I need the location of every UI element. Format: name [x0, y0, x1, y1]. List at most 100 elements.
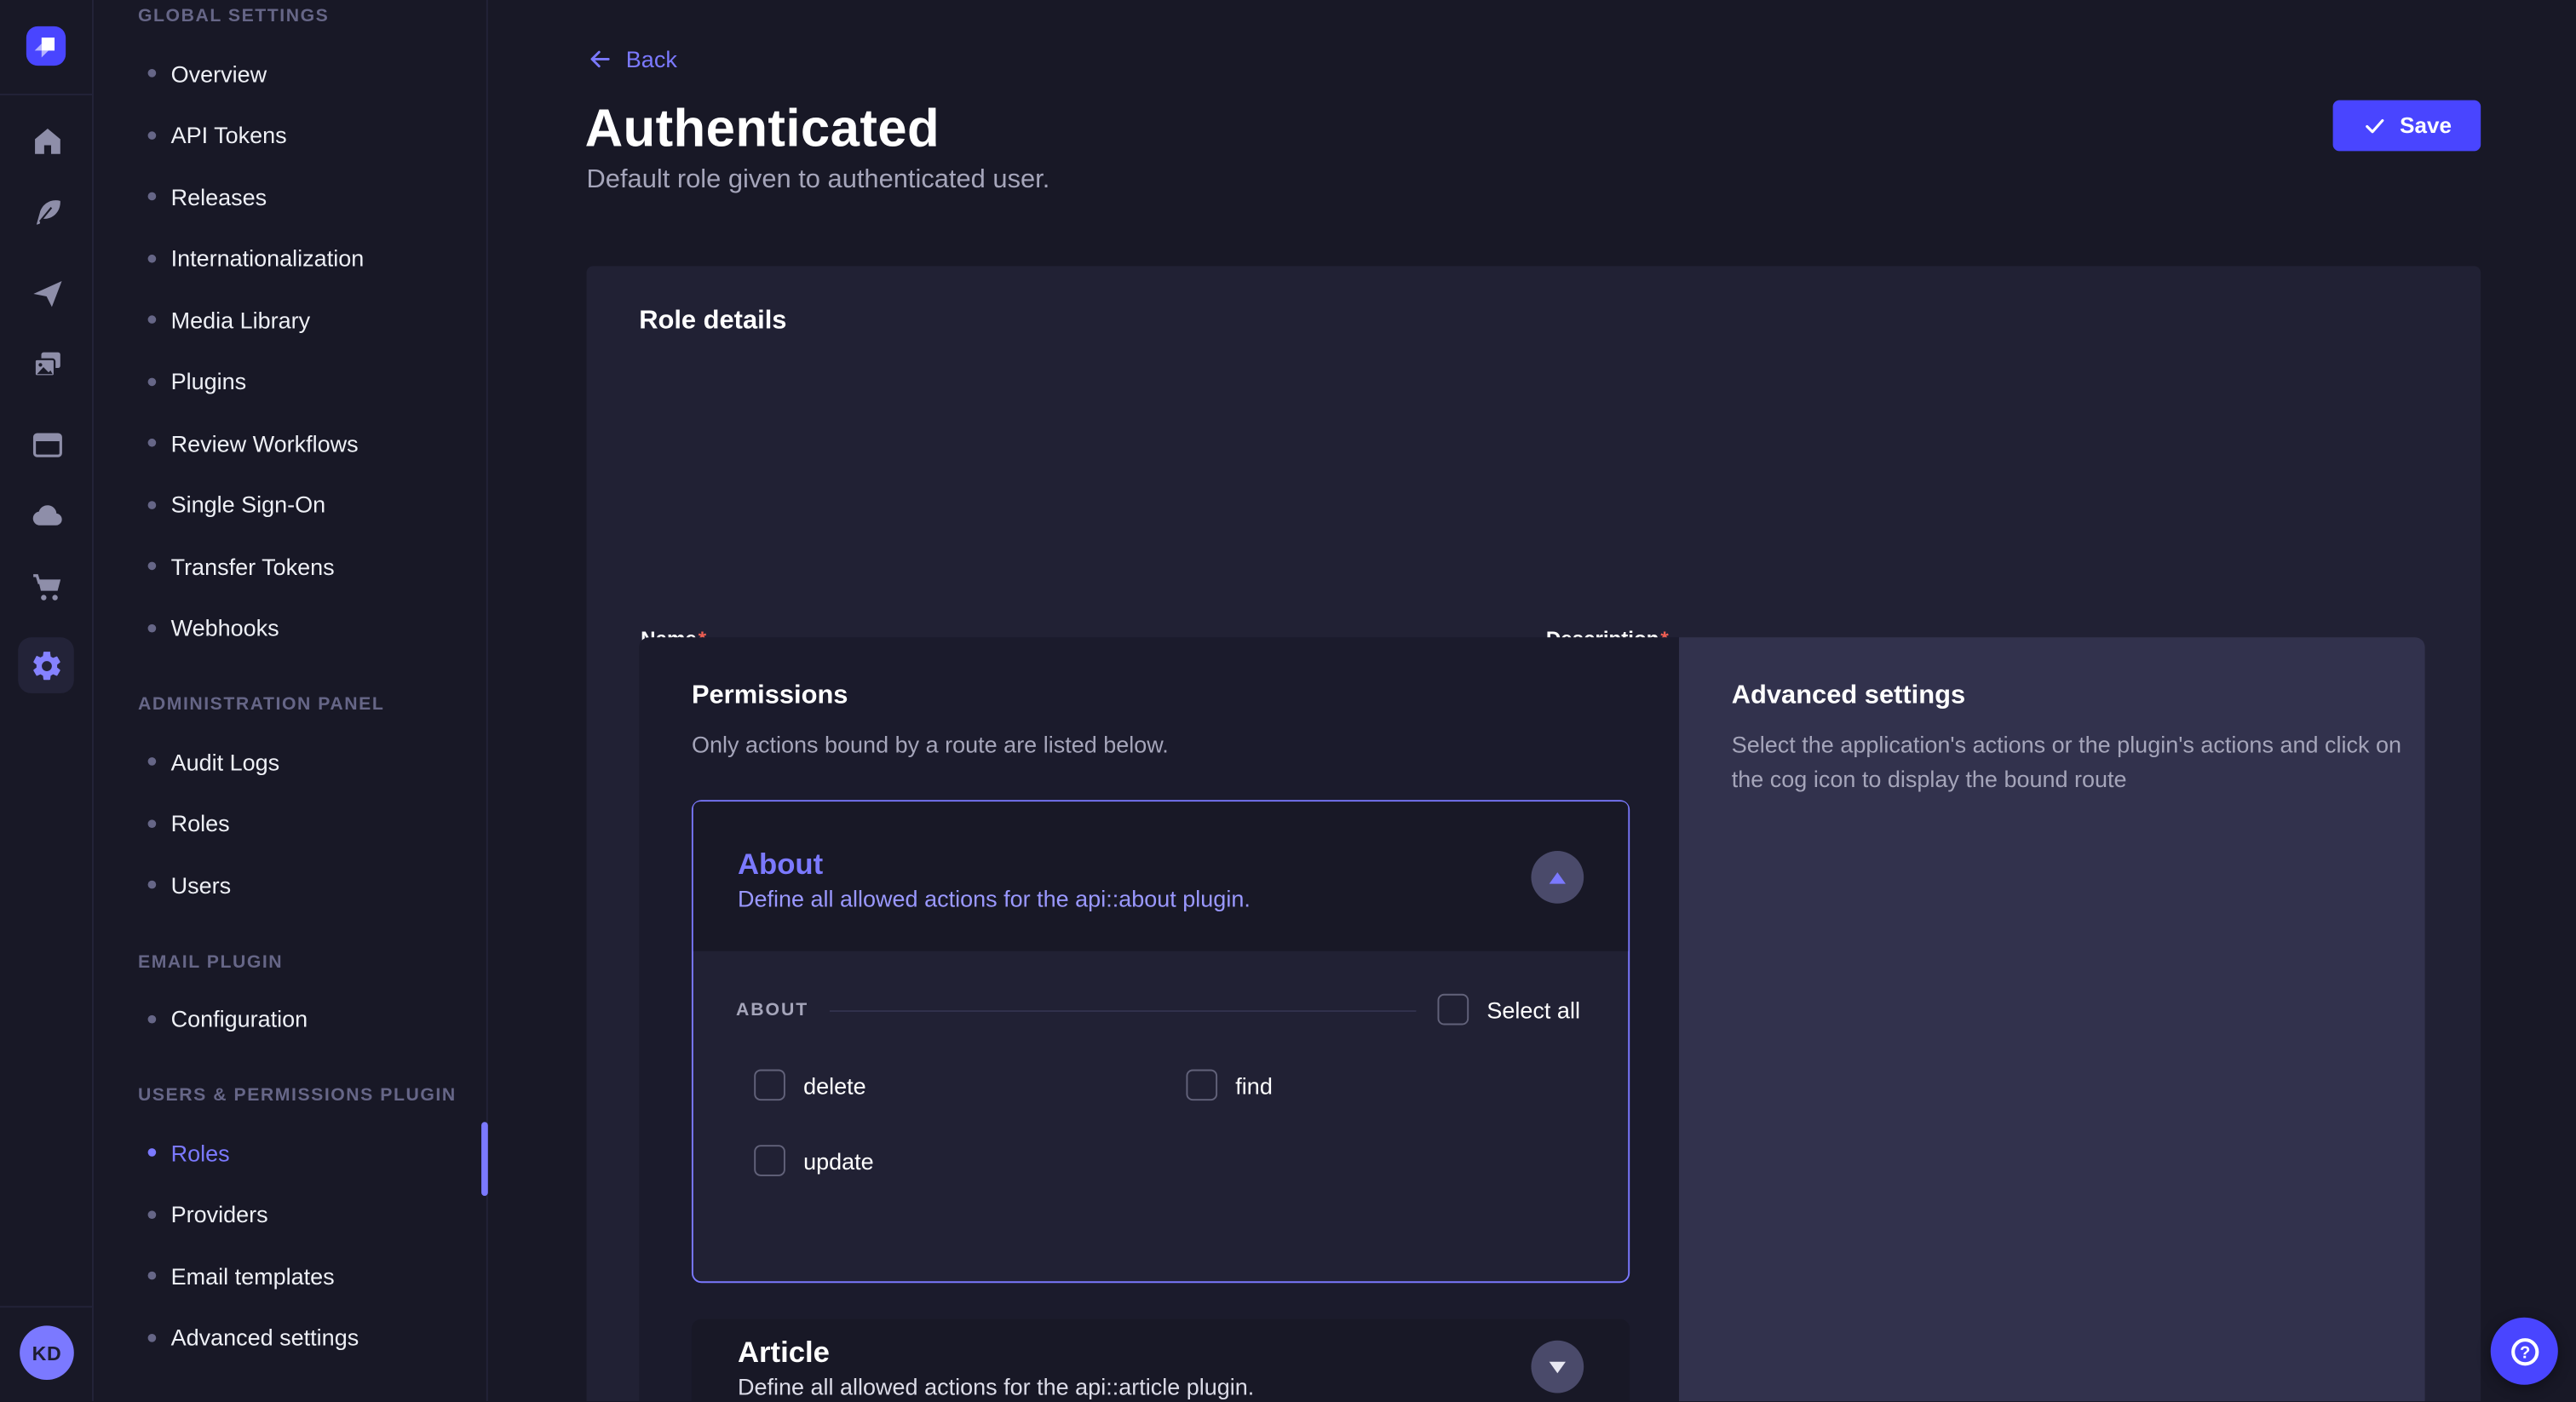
- help-icon: ?: [2506, 1333, 2542, 1369]
- accordion-article-title: Article: [738, 1336, 830, 1370]
- sidebar-scrollbar-thumb[interactable]: [481, 1122, 488, 1196]
- bullet-icon: [148, 131, 157, 140]
- collapse-toggle-button[interactable]: [1531, 851, 1584, 904]
- sidebar-item-label: Releases: [171, 184, 267, 210]
- permission-row-delete: delete: [754, 1070, 865, 1101]
- bullet-icon: [148, 623, 157, 632]
- bullet-icon: [148, 1334, 157, 1342]
- accordion-about-header[interactable]: [693, 802, 1628, 951]
- check-icon: [2362, 113, 2387, 138]
- sidebar-item-users[interactable]: Users: [94, 854, 486, 916]
- sidebar-item-label: Transfer Tokens: [171, 553, 335, 579]
- sidebar-section-global-settings: GLOBAL SETTINGS: [138, 3, 486, 30]
- select-all-row: Select all: [1438, 994, 1580, 1026]
- sidebar-item-label: Single Sign-On: [171, 491, 326, 518]
- sidebar-item-label: Webhooks: [171, 615, 279, 641]
- sidebar-item-internationalization[interactable]: Internationalization: [94, 227, 486, 289]
- sidebar-item-label: Audit Logs: [171, 749, 280, 775]
- bullet-icon: [148, 1272, 157, 1280]
- sidebar-item-audit-logs[interactable]: Audit Logs: [94, 731, 486, 792]
- sidebar-section-users-permissions-plugin: USERS & PERMISSIONS PLUGIN: [138, 1083, 486, 1109]
- settings-icon[interactable]: [18, 637, 74, 693]
- media-icon[interactable]: [28, 345, 67, 384]
- accordion-about-description: Define all allowed actions for the api::…: [738, 886, 1251, 912]
- sidebar-item-roles[interactable]: Roles: [94, 1122, 486, 1183]
- sidebar-item-email-templates[interactable]: Email templates: [94, 1245, 486, 1307]
- sidebar-item-label: API Tokens: [171, 122, 287, 148]
- bullet-icon: [148, 819, 157, 828]
- permission-checkbox-update[interactable]: [754, 1145, 785, 1176]
- page-subtitle: Default role given to authenticated user…: [587, 166, 1050, 196]
- icon-rail: KD: [0, 0, 94, 1401]
- advanced-settings-panel: Advanced settings Select the application…: [1679, 637, 2425, 1401]
- home-icon[interactable]: [28, 122, 67, 161]
- select-all-checkbox[interactable]: [1438, 994, 1469, 1026]
- send-icon[interactable]: [28, 274, 67, 313]
- chevron-up-icon: [1550, 871, 1566, 883]
- bullet-icon: [148, 1149, 157, 1158]
- sidebar-item-label: Email templates: [171, 1263, 335, 1290]
- save-label: Save: [2400, 113, 2452, 138]
- sidebar-item-single-sign-on[interactable]: Single Sign-On: [94, 474, 486, 535]
- sidebar-item-roles[interactable]: Roles: [94, 793, 486, 854]
- back-label: Back: [626, 45, 677, 72]
- save-button[interactable]: Save: [2333, 101, 2481, 152]
- bullet-icon: [148, 316, 157, 325]
- bullet-icon: [148, 881, 157, 889]
- sidebar-item-label: Users: [171, 872, 232, 899]
- strapi-logo[interactable]: [26, 26, 66, 66]
- sidebar-item-media-library[interactable]: Media Library: [94, 289, 486, 350]
- expand-toggle-button[interactable]: [1531, 1341, 1584, 1393]
- sidebar-item-configuration[interactable]: Configuration: [94, 988, 486, 1049]
- sidebar-item-label: Plugins: [171, 368, 247, 394]
- rail-divider: [0, 1306, 94, 1307]
- arrow-left-icon: [587, 45, 613, 72]
- rail-divider: [0, 94, 94, 95]
- bullet-icon: [148, 1014, 157, 1023]
- avatar[interactable]: KD: [20, 1325, 74, 1380]
- sidebar-item-plugins[interactable]: Plugins: [94, 351, 486, 412]
- svg-text:?: ?: [2519, 1343, 2529, 1362]
- select-all-label: Select all: [1486, 997, 1580, 1023]
- help-button[interactable]: ?: [2491, 1318, 2558, 1385]
- cloud-icon[interactable]: [28, 496, 67, 535]
- accordion-article-description: Define all allowed actions for the api::…: [738, 1373, 1254, 1399]
- cart-icon[interactable]: [28, 568, 67, 607]
- sidebar-item-label: Roles: [171, 810, 230, 836]
- role-details-card: Role details Name* Description* Default …: [587, 266, 2481, 1401]
- sidebar-item-api-tokens[interactable]: API Tokens: [94, 104, 486, 165]
- back-link[interactable]: Back: [587, 44, 677, 72]
- permissions-title: Permissions: [692, 681, 848, 711]
- permission-checkbox-delete[interactable]: [754, 1070, 785, 1101]
- feather-icon[interactable]: [28, 194, 67, 233]
- permission-row-update: update: [754, 1145, 873, 1176]
- sidebar-item-webhooks[interactable]: Webhooks: [94, 597, 486, 658]
- sidebar-item-label: Media Library: [171, 307, 311, 333]
- strapi-logo-icon: [26, 26, 66, 66]
- bullet-icon: [148, 69, 157, 78]
- sidebar-item-overview[interactable]: Overview: [94, 43, 486, 104]
- advanced-settings-body: Select the application's actions or the …: [1732, 727, 2409, 796]
- sidebar-item-transfer-tokens[interactable]: Transfer Tokens: [94, 536, 486, 597]
- bullet-icon: [148, 1210, 157, 1219]
- sidebar-item-advanced-settings[interactable]: Advanced settings: [94, 1307, 486, 1368]
- sidebar-nav: GLOBAL SETTINGS Overview API Tokens Release…: [94, 0, 488, 1401]
- accordion-about: About Define all allowed actions for the…: [692, 800, 1630, 1283]
- permissions-subtitle: Only actions bound by a route are listed…: [692, 731, 1169, 757]
- sidebar-item-label: Overview: [171, 60, 267, 87]
- sidebar-section-administration-panel: ADMINISTRATION PANEL: [138, 692, 486, 718]
- bullet-icon: [148, 501, 157, 509]
- page-title: Authenticated: [585, 99, 940, 159]
- sidebar-item-releases[interactable]: Releases: [94, 166, 486, 227]
- advanced-settings-title: Advanced settings: [1732, 681, 1965, 711]
- bullet-icon: [148, 562, 157, 571]
- sidebar-item-providers[interactable]: Providers: [94, 1184, 486, 1245]
- sidebar-item-label: Providers: [171, 1201, 268, 1227]
- sidebar-item-review-workflows[interactable]: Review Workflows: [94, 412, 486, 474]
- layout-icon[interactable]: [28, 426, 67, 465]
- accordion-article[interactable]: Article Define all allowed actions for t…: [692, 1319, 1630, 1401]
- group-divider: [830, 1010, 1417, 1012]
- bullet-icon: [148, 439, 157, 447]
- sidebar-item-label: Configuration: [171, 1006, 308, 1032]
- permission-checkbox-find[interactable]: [1186, 1070, 1217, 1101]
